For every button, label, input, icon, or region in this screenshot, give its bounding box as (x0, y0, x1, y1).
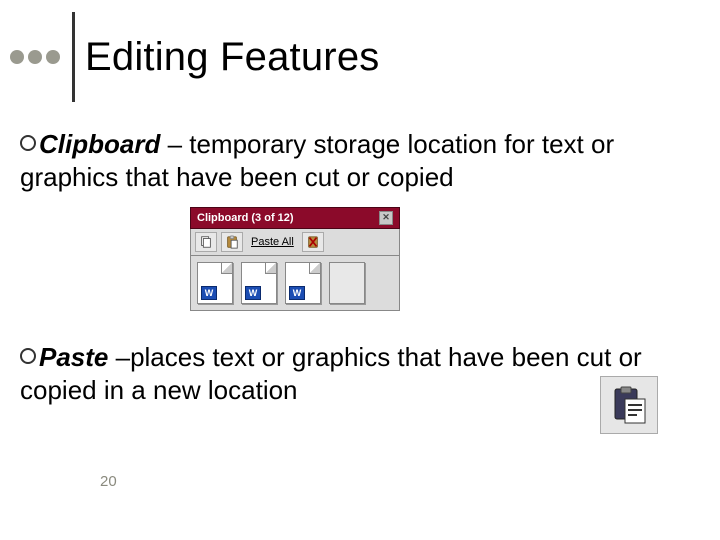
dot-icon (46, 50, 60, 64)
paste-icon (225, 235, 239, 249)
clipboard-paste-icon (609, 385, 649, 425)
paste-button[interactable] (221, 232, 243, 252)
clipboard-items: W W W (190, 256, 400, 311)
bullet-text: Clipboard – temporary storage location f… (20, 128, 690, 195)
slide: Editing Features Clipboard – temporary s… (0, 0, 720, 540)
copy-button[interactable] (195, 232, 217, 252)
vertical-rule-icon (72, 12, 75, 102)
term-clipboard: Clipboard (39, 129, 160, 159)
clipboard-item[interactable]: W (197, 262, 233, 304)
clipboard-toolbar: Paste All (190, 229, 400, 256)
clear-clipboard-button[interactable] (302, 232, 324, 252)
word-badge-icon: W (289, 286, 305, 300)
clipboard-panel: Clipboard (3 of 12) ✕ Paste All W W W (190, 207, 400, 311)
bullet-item: Clipboard – temporary storage location f… (20, 128, 690, 195)
bullet-ring-icon (20, 135, 36, 151)
word-badge-icon: W (245, 286, 261, 300)
term-paste: Paste (39, 342, 108, 372)
desc-paste: –places text or graphics that have been … (20, 342, 642, 405)
word-badge-icon: W (201, 286, 217, 300)
clipboard-titlebar: Clipboard (3 of 12) ✕ (190, 207, 400, 229)
paste-illustration (600, 376, 658, 434)
paste-all-button[interactable]: Paste All (247, 236, 298, 248)
clipboard-item[interactable]: W (241, 262, 277, 304)
bullet-ring-icon (20, 348, 36, 364)
bullet-item: Paste –places text or graphics that have… (20, 341, 690, 408)
dot-icon (28, 50, 42, 64)
title-row: Editing Features (10, 22, 710, 92)
clear-icon (306, 235, 320, 249)
close-button[interactable]: ✕ (379, 211, 393, 225)
slide-body: Clipboard – temporary storage location f… (20, 128, 690, 415)
slide-title: Editing Features (85, 35, 379, 80)
dot-icon (10, 50, 24, 64)
page-number: 20 (100, 473, 117, 490)
clipboard-item-empty (329, 262, 365, 304)
decorative-dots (10, 50, 60, 64)
clipboard-title-text: Clipboard (3 of 12) (197, 212, 294, 224)
copy-icon (199, 235, 213, 249)
bullet-text: Paste –places text or graphics that have… (20, 341, 690, 408)
clipboard-item[interactable]: W (285, 262, 321, 304)
